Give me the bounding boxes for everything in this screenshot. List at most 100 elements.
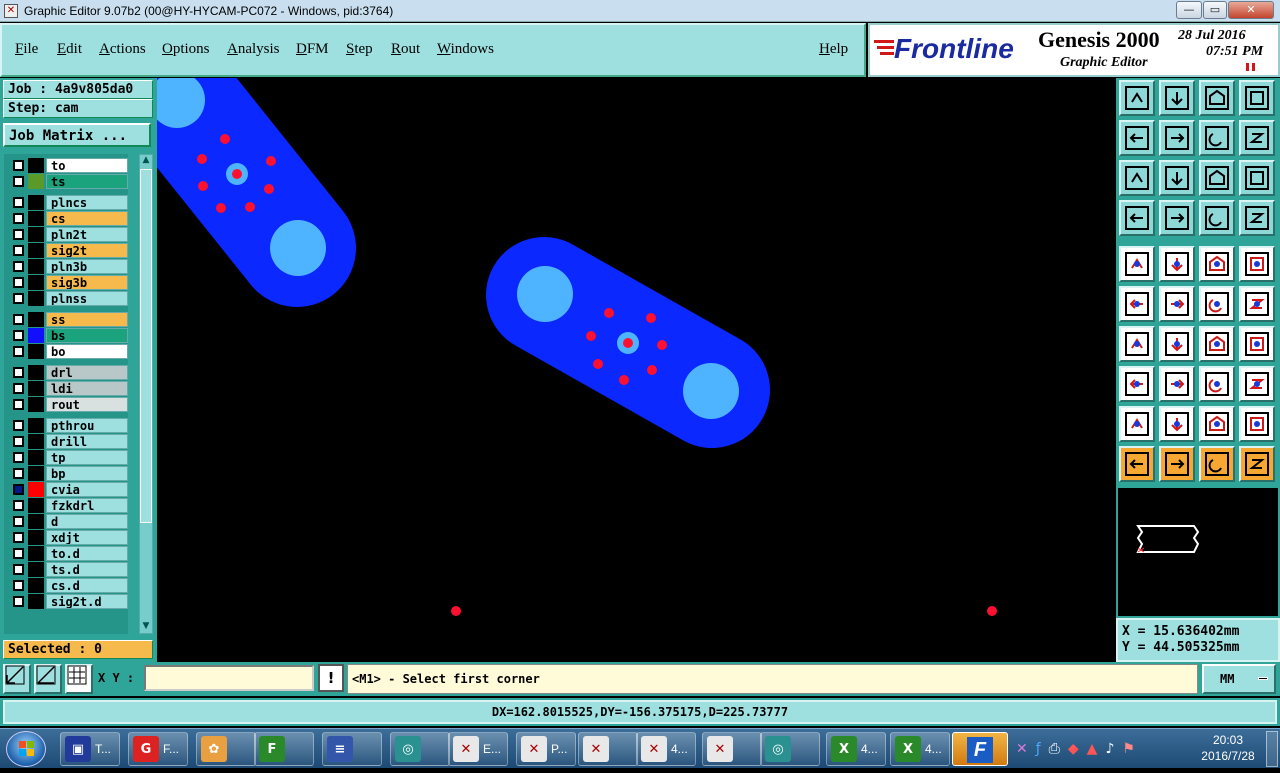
layer-color-swatch[interactable] [28, 578, 44, 593]
layer-name[interactable]: rout [46, 397, 128, 412]
move-feature-button[interactable] [1119, 366, 1155, 402]
layer-row-plnss[interactable]: plnss [10, 291, 128, 306]
via-dot[interactable] [586, 331, 596, 341]
taskbar-item[interactable]: G F... [128, 732, 188, 766]
layer-color-swatch[interactable] [28, 259, 44, 274]
layer-color-swatch[interactable] [28, 482, 44, 497]
node-connect-button[interactable] [1119, 286, 1155, 322]
layer-color-swatch[interactable] [28, 514, 44, 529]
tooling-hole[interactable] [683, 363, 739, 419]
layer-checkbox[interactable] [13, 367, 24, 378]
slope-line-button[interactable] [1159, 326, 1195, 362]
layer-color-swatch[interactable] [28, 434, 44, 449]
layer-checkbox[interactable] [13, 548, 24, 559]
layer-color-swatch[interactable] [28, 498, 44, 513]
layer-name[interactable]: bp [46, 466, 128, 481]
tray-red-icon[interactable]: ◆ [1068, 741, 1079, 757]
select-route-button[interactable] [1239, 446, 1275, 482]
layer-row-to-d[interactable]: to.d [10, 546, 128, 561]
fiducial-dot[interactable] [451, 606, 461, 616]
pan-window-button[interactable] [1239, 80, 1275, 116]
taskbar-item[interactable]: ◎ [760, 732, 820, 766]
taskbar-item[interactable]: ▣ T... [60, 732, 120, 766]
layer-checkbox[interactable] [13, 399, 24, 410]
menu-options[interactable]: Options [162, 41, 210, 58]
layer-stack-button[interactable] [1239, 200, 1275, 236]
layer-name[interactable]: to [46, 158, 128, 173]
layer-row-rout[interactable]: rout [10, 397, 128, 412]
layer-checkbox[interactable] [13, 468, 24, 479]
resize-feature-button[interactable] [1199, 366, 1235, 402]
layer-row-ss[interactable]: ss [10, 312, 128, 327]
triangle-wide-button[interactable] [1239, 406, 1275, 442]
layer-color-swatch[interactable] [28, 397, 44, 412]
taskbar-item[interactable]: F [254, 732, 314, 766]
layer-row-ldi[interactable]: ldi [10, 381, 128, 396]
cut-line-button[interactable] [1159, 366, 1195, 402]
layer-color-swatch[interactable] [28, 530, 44, 545]
layer-color-swatch[interactable] [28, 365, 44, 380]
tray-f-icon[interactable]: ƒ [1036, 741, 1041, 757]
layer-name[interactable]: xdjt [46, 530, 128, 545]
layer-checkbox[interactable] [13, 176, 24, 187]
layer-row-cs[interactable]: cs [10, 211, 128, 226]
layer-checkbox[interactable] [13, 293, 24, 304]
grid-toggle-button[interactable] [1159, 200, 1195, 236]
tray-x-icon[interactable]: ✕ [1016, 741, 1028, 757]
active-task-frontline[interactable]: F [952, 732, 1008, 766]
arc-rotate-button[interactable] [1199, 326, 1235, 362]
via-dot[interactable] [216, 203, 226, 213]
layer-name[interactable]: tp [46, 450, 128, 465]
tray-flag-icon[interactable]: ⚑ [1122, 741, 1135, 757]
layer-checkbox[interactable] [13, 346, 24, 357]
layer-color-swatch[interactable] [28, 418, 44, 433]
pad-tool-button[interactable] [1239, 246, 1275, 282]
tooling-hole[interactable] [270, 220, 326, 276]
taskbar-item[interactable]: X 4... [826, 732, 886, 766]
zoom-fit-button[interactable] [1119, 160, 1155, 196]
zoom-in-area-button[interactable] [1159, 80, 1195, 116]
layer-row-drl[interactable]: drl [10, 365, 128, 380]
layer-name[interactable]: sig2t.d [46, 594, 128, 609]
layer-name[interactable]: ss [46, 312, 128, 327]
fiducial-dot[interactable] [987, 606, 997, 616]
via-dot[interactable] [198, 181, 208, 191]
layer-checkbox[interactable] [13, 245, 24, 256]
layer-checkbox[interactable] [13, 596, 24, 607]
layer-row-pln3b[interactable]: pln3b [10, 259, 128, 274]
pad-group-center[interactable] [486, 237, 770, 448]
menu-step[interactable]: Step [346, 41, 373, 58]
layer-checkbox[interactable] [13, 516, 24, 527]
layer-name[interactable]: plncs [46, 195, 128, 210]
maximize-button[interactable]: ▭ [1203, 1, 1227, 19]
pan-right-button[interactable] [1159, 120, 1195, 156]
via-dot[interactable] [657, 340, 667, 350]
scroll-thumb[interactable] [140, 169, 152, 523]
layer-row-tp[interactable]: tp [10, 450, 128, 465]
group-feature-button[interactable] [1239, 366, 1275, 402]
layer-row-plncs[interactable]: plncs [10, 195, 128, 210]
via-dot[interactable] [232, 169, 242, 179]
film-tool-button[interactable] [1119, 246, 1155, 282]
layer-row-ts[interactable]: ts [10, 174, 128, 189]
layer-row-bp[interactable]: bp [10, 466, 128, 481]
taskbar-item[interactable]: ✕ [702, 732, 762, 766]
zoom-home-button[interactable] [1119, 80, 1155, 116]
layer-row-fzkdrl[interactable]: fzkdrl [10, 498, 128, 513]
via-dot[interactable] [604, 308, 614, 318]
home-view-button[interactable] [1199, 80, 1235, 116]
snap-mode-button[interactable] [3, 664, 31, 694]
layer-color-swatch[interactable] [28, 312, 44, 327]
layer-scrollbar[interactable]: ▲ ▼ [139, 154, 153, 634]
layer-name[interactable]: ts [46, 174, 128, 189]
layer-checkbox[interactable] [13, 314, 24, 325]
layer-color-swatch[interactable] [28, 594, 44, 609]
close-button[interactable]: ✕ [1228, 1, 1274, 19]
tooling-hole[interactable] [517, 266, 573, 322]
measure-tool-button[interactable] [1119, 200, 1155, 236]
layer-checkbox[interactable] [13, 436, 24, 447]
layer-checkbox[interactable] [13, 277, 24, 288]
graphic-canvas[interactable] [157, 78, 1116, 662]
scroll-up-icon[interactable]: ▲ [140, 155, 152, 167]
layer-color-swatch[interactable] [28, 450, 44, 465]
